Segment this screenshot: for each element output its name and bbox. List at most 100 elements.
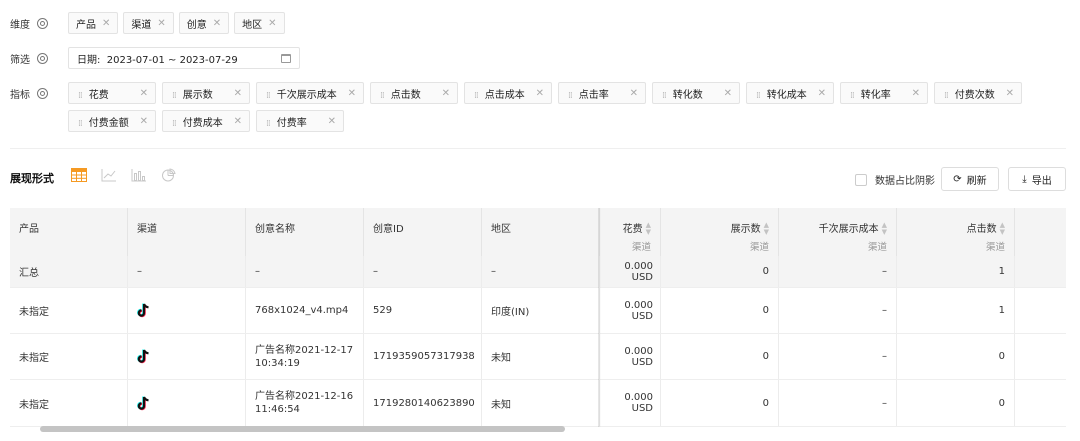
- sort-icon[interactable]: ▲ ▼: [764, 222, 769, 236]
- drag-handle-icon[interactable]: ⁞⁞: [172, 91, 177, 101]
- close-icon[interactable]: ✕: [630, 88, 638, 99]
- tiktok-icon: [137, 349, 149, 364]
- gear-icon[interactable]: [37, 17, 48, 29]
- close-icon[interactable]: ✕: [818, 88, 826, 99]
- drag-handle-icon[interactable]: ⁞⁞: [944, 91, 949, 101]
- cell-creative: –: [246, 256, 364, 287]
- close-icon[interactable]: ✕: [140, 88, 148, 99]
- dimension-tag-creative[interactable]: 创意 ✕: [178, 12, 230, 34]
- tag-label: 产品: [76, 19, 96, 31]
- cell-clicks: 1: [897, 256, 1015, 287]
- close-icon[interactable]: ✕: [234, 88, 242, 99]
- column-header-product: 产品: [10, 208, 128, 256]
- date-value: 2023-07-01 ~ 2023-07-29: [106, 54, 238, 66]
- close-icon[interactable]: ✕: [724, 88, 732, 99]
- column-header-impressions[interactable]: 展示数 ▲ ▼ 渠道: [661, 208, 779, 256]
- cell-creative-id: 1719359057317938: [364, 334, 482, 379]
- dimension-tag-product[interactable]: 产品 ✕: [68, 12, 119, 34]
- cell-product: 未指定: [10, 334, 128, 379]
- close-icon[interactable]: ✕: [268, 18, 276, 29]
- metric-tag[interactable]: ⁞⁞ 点击数 ✕: [370, 82, 458, 104]
- metric-tag[interactable]: ⁞⁞ 转化成本 ✕: [746, 82, 834, 104]
- pie-chart-icon[interactable]: [160, 167, 177, 183]
- column-header-clicks[interactable]: 点击数 ▲ ▼ 渠道: [897, 208, 1015, 256]
- header-label: 创意名称: [255, 224, 295, 235]
- gear-icon[interactable]: [37, 52, 48, 64]
- close-icon[interactable]: ✕: [348, 88, 356, 99]
- table-icon[interactable]: [70, 167, 87, 183]
- export-button[interactable]: ⤓ 导出: [1008, 167, 1066, 191]
- dimension-tag-region[interactable]: 地区 ✕: [234, 12, 285, 34]
- close-icon[interactable]: ✕: [234, 116, 242, 127]
- table-row[interactable]: 未指定 768x1024_v4.mp4 529 印度(IN) 0.000 USD…: [10, 288, 1066, 334]
- drag-handle-icon[interactable]: ⁞⁞: [474, 91, 479, 101]
- header-label: 点击数: [966, 224, 997, 235]
- drag-handle-icon[interactable]: ⁞⁞: [78, 91, 83, 101]
- close-icon[interactable]: ✕: [157, 18, 165, 29]
- metric-tag[interactable]: ⁞⁞ 转化率 ✕: [840, 82, 928, 104]
- table-row[interactable]: 未指定 广告名称2021-12-16 11:46:54 1719280140623…: [10, 380, 1066, 427]
- metric-tag[interactable]: ⁞⁞ 付费次数 ✕: [934, 82, 1022, 104]
- metric-tag[interactable]: ⁞⁞ 点击率 ✕: [558, 82, 646, 104]
- column-header-cpm[interactable]: 千次展示成本 ▲ ▼ 渠道: [779, 208, 897, 256]
- close-icon[interactable]: ✕: [442, 88, 450, 99]
- tag-label: 渠道: [131, 19, 152, 31]
- sort-icon[interactable]: ▲ ▼: [882, 222, 887, 236]
- drag-handle-icon[interactable]: ⁞⁞: [850, 91, 855, 101]
- metric-tag[interactable]: ⁞⁞ 展示数 ✕: [162, 82, 250, 104]
- line-chart-icon[interactable]: [100, 167, 117, 183]
- metric-tag[interactable]: ⁞⁞ 付费金额 ✕: [68, 110, 156, 132]
- close-icon[interactable]: ✕: [213, 18, 221, 29]
- refresh-button[interactable]: ⟳ 刷新: [941, 167, 999, 191]
- header-label: 产品: [19, 224, 39, 235]
- drag-handle-icon[interactable]: ⁞⁞: [662, 91, 667, 101]
- close-icon[interactable]: ✕: [536, 88, 544, 99]
- dimension-tag-channel[interactable]: 渠道 ✕: [123, 12, 174, 34]
- metrics-label-group: 指标: [10, 82, 68, 104]
- checkbox[interactable]: [855, 173, 867, 186]
- drag-handle-icon[interactable]: ⁞⁞: [756, 91, 761, 101]
- metric-tag[interactable]: ⁞⁞ 千次展示成本 ✕: [256, 82, 364, 104]
- sort-icon[interactable]: ▲ ▼: [646, 222, 651, 236]
- table-row[interactable]: 未指定 广告名称2021-12-17 10:34:19 1719359057317…: [10, 334, 1066, 380]
- cell-cpm: –: [779, 256, 897, 287]
- header-label: 花费: [622, 224, 643, 235]
- drag-handle-icon[interactable]: ⁞⁞: [266, 119, 271, 129]
- cell-impressions: 0: [661, 334, 779, 379]
- sort-icon[interactable]: ▲ ▼: [1000, 222, 1005, 236]
- date-range-picker[interactable]: 日期: 2023-07-01 ~ 2023-07-29: [68, 47, 300, 69]
- metric-tag[interactable]: ⁞⁞ 转化数 ✕: [652, 82, 740, 104]
- header-sub-label: 渠道: [985, 242, 1005, 253]
- close-icon[interactable]: ✕: [1006, 88, 1014, 99]
- drag-handle-icon[interactable]: ⁞⁞: [78, 119, 83, 129]
- share-shadow-toggle[interactable]: 数据占比阴影: [855, 172, 935, 187]
- close-icon[interactable]: ✕: [912, 88, 920, 99]
- horizontal-scrollbar[interactable]: [40, 426, 565, 432]
- cell-creative: 广告名称2021-12-17 10:34:19: [246, 334, 364, 379]
- drag-handle-icon[interactable]: ⁞⁞: [568, 91, 573, 101]
- cell-creative-id: 529: [364, 288, 482, 333]
- refresh-icon: ⟳: [953, 173, 962, 185]
- bar-chart-icon[interactable]: [130, 167, 147, 183]
- metric-tag[interactable]: ⁞⁞ 点击成本 ✕: [464, 82, 552, 104]
- column-header-spend[interactable]: 花费 ▲ ▼ 渠道: [600, 208, 661, 256]
- drag-handle-icon[interactable]: ⁞⁞: [172, 119, 177, 129]
- drag-handle-icon[interactable]: ⁞⁞: [266, 91, 271, 101]
- close-icon[interactable]: ✕: [140, 116, 148, 127]
- view-switcher: [70, 167, 177, 183]
- gear-icon[interactable]: [37, 87, 48, 99]
- tag-label: 转化数: [672, 89, 703, 101]
- metrics-row: 指标 ⁞⁞ 花费 ✕ ⁞⁞ 展示数 ✕ ⁞⁞ 千次展示成本 ✕ ⁞⁞ 点击数 ✕ ⁞⁞ 点击成本 ✕…: [10, 82, 1078, 138]
- metric-tag[interactable]: ⁞⁞ 付费成本 ✕: [162, 110, 250, 132]
- cell-impressions: 0: [661, 288, 779, 333]
- metric-tag[interactable]: ⁞⁞ 花费 ✕: [68, 82, 156, 104]
- close-icon[interactable]: ✕: [328, 116, 336, 127]
- metric-tag[interactable]: ⁞⁞ 付费率 ✕: [256, 110, 344, 132]
- drag-handle-icon[interactable]: ⁞⁞: [380, 91, 385, 101]
- calendar-icon: [281, 53, 291, 63]
- close-icon[interactable]: ✕: [102, 18, 110, 29]
- tag-label: 点击成本: [484, 89, 525, 101]
- column-header-channel: 渠道: [128, 208, 246, 256]
- cell-creative: 768x1024_v4.mp4: [246, 288, 364, 333]
- view-title: 展现形式: [10, 172, 54, 185]
